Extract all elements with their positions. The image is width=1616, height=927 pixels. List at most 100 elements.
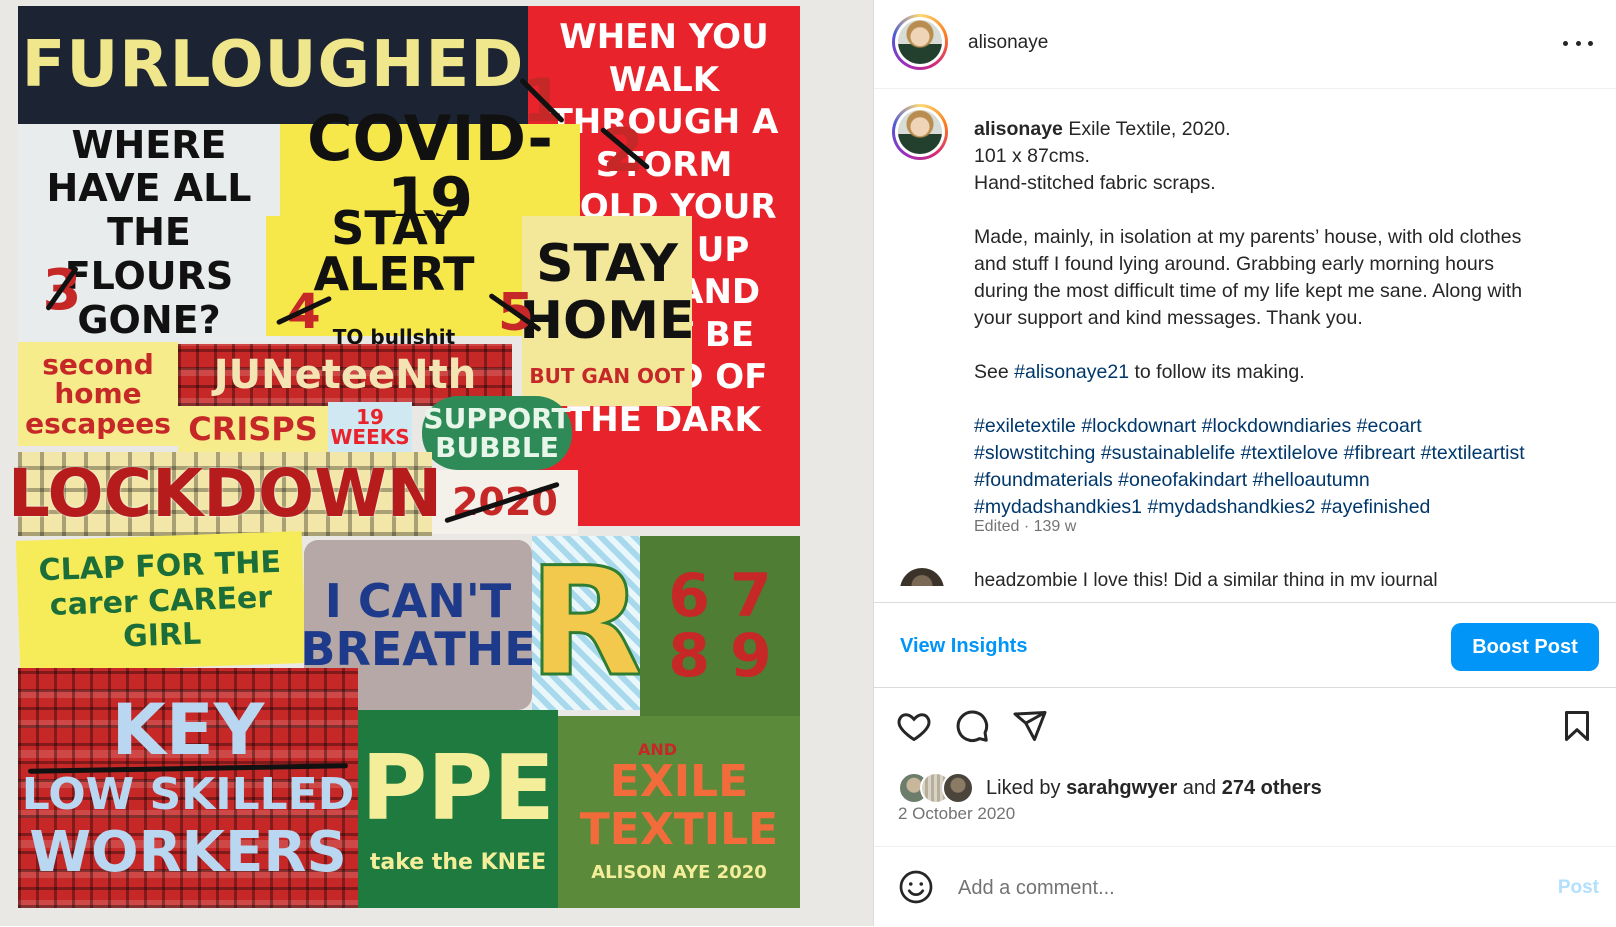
hashtag-link[interactable]: #ayefinished (1321, 496, 1431, 518)
hashtag-link[interactable]: #alisonaye21 (1014, 361, 1129, 383)
signature-text: ALISON AYE 2020 (591, 862, 767, 884)
juneteenth-text: JUNeteeNth (213, 352, 477, 398)
hashtag-link[interactable]: #lockdowndiaries (1202, 415, 1352, 437)
hashtag-link[interactable]: #exiletextile (974, 415, 1076, 437)
comment-bar: Post (874, 846, 1616, 927)
patch-support-bubble: SUPPORT BUBBLE (422, 396, 572, 470)
liked-by-count[interactable]: 274 others (1222, 777, 1322, 800)
take-knee-text: take the KNEE (369, 850, 547, 875)
patch-second-home: second home escapees (18, 342, 178, 446)
caption-line-3: Hand-stitched fabric scraps. (974, 172, 1216, 194)
patch-key-workers: KEY LOW SKILLED WORKERS (18, 668, 358, 908)
patch-crisps: CRISPS (178, 406, 328, 452)
num-9: 9 (730, 621, 772, 691)
hashtag-link[interactable]: #mydadshandkies2 (1147, 496, 1315, 518)
view-insights-link[interactable]: View Insights (900, 635, 1027, 658)
patch-stay-home: STAY HOME BUT GAN OOT (519, 216, 695, 406)
comment-input[interactable] (956, 865, 1520, 911)
num-2-patch: 2 (598, 116, 648, 186)
patch-ppe: PPE take the KNEE (358, 710, 558, 908)
action-bar (874, 686, 1616, 766)
crisps-text: CRISPS (188, 410, 318, 448)
hashtag-link[interactable]: #ecoart (1357, 415, 1422, 437)
caption-line-1: Exile Textile, 2020. (1068, 118, 1231, 140)
bookmark-icon[interactable] (1559, 708, 1595, 744)
patch-clap: CLAP FOR THE carer CAREer GIRL (15, 531, 307, 673)
post-comment-button[interactable]: Post (1558, 877, 1599, 899)
liked-by-pre: Liked by (986, 776, 1061, 799)
author-avatar[interactable] (892, 14, 948, 70)
clap-text: CLAP FOR THE carer CAREer GIRL (38, 545, 282, 655)
avatar-photo (898, 110, 942, 154)
emoji-icon[interactable] (898, 869, 934, 905)
boost-post-button[interactable]: Boost Post (1451, 623, 1599, 671)
ppe-text: PPE (361, 736, 555, 841)
caption-see-line: See #alisonaye21 to follow its making. (974, 359, 1594, 386)
liker-avatar[interactable] (942, 772, 974, 804)
caption-para-line-1: Made, mainly, in isolation at my parents… (974, 226, 1522, 248)
dot-icon (1563, 40, 1568, 46)
caption-avatar[interactable] (892, 104, 948, 160)
liked-by-row: Liked by sarahgwyer and 274 others (898, 770, 1322, 806)
insights-bar: View Insights Boost Post (874, 602, 1616, 688)
hashtag-link[interactable]: #textileartist (1421, 442, 1525, 464)
patch-numbers-green: 6 7 8 9 (640, 536, 800, 716)
hashtag-link[interactable]: #foundmaterials (974, 469, 1113, 491)
caption-username[interactable]: alisonaye (974, 118, 1063, 140)
hashtag-link[interactable]: #textilelove (1241, 442, 1339, 464)
post-image[interactable]: FURLOUGHED WHEN YOU WALK THROUGH A STORM… (0, 0, 873, 926)
caption-para-line-3: during the most difficult time of my lif… (974, 280, 1523, 302)
second-home-text: second home escapees (25, 347, 171, 440)
textile-artwork: FURLOUGHED WHEN YOU WALK THROUGH A STORM… (8, 6, 800, 908)
more-options-icon[interactable] (1563, 30, 1593, 56)
r-text: R (527, 536, 646, 710)
comment-icon[interactable] (954, 708, 990, 744)
num-8: 8 (668, 621, 710, 691)
stay-home-text: STAY HOME (519, 233, 695, 351)
furloughed-text: FURLOUGHED (21, 28, 525, 102)
cant-breathe-text: I CAN'T BREATHE (300, 573, 536, 676)
exile-text: EXILE TEXTILE (579, 755, 779, 855)
heart-icon[interactable] (896, 708, 932, 744)
hashtag-link[interactable]: #sustainablelife (1101, 442, 1235, 464)
share-icon[interactable] (1012, 708, 1048, 744)
comment-preview: headzombie I love this! Did a similar th… (974, 570, 1438, 586)
author-username[interactable]: alisonaye (968, 32, 1048, 54)
key-text: KEY (111, 689, 265, 771)
caption-area: alisonaye Exile Textile, 2020. 101 x 87c… (874, 88, 1616, 586)
hashtag-link[interactable]: #lockdownart (1081, 415, 1196, 437)
post-panel: alisonaye alisonaye Exile Textile, 2020.… (873, 0, 1616, 926)
caption-line-2: 101 x 87cms. (974, 145, 1090, 167)
liked-by-user[interactable]: sarahgwyer (1066, 777, 1177, 800)
hashtag-line: #foundmaterials #oneofakindart #helloaut… (974, 467, 1594, 494)
gan-oot-text: BUT GAN OOT (529, 364, 685, 389)
post-date[interactable]: 2 October 2020 (898, 804, 1015, 824)
dot-icon (1588, 40, 1593, 46)
hashtag-link[interactable]: #slowstitching (974, 442, 1095, 464)
support-bubble-text: SUPPORT BUBBLE (423, 401, 571, 464)
caption-first-line: alisonaye Exile Textile, 2020. (974, 116, 1594, 143)
hashtag-line: #mydadshandkies1 #mydadshandkies2 #ayefi… (974, 494, 1594, 521)
num-7: 7 (730, 561, 772, 631)
hashtag-link[interactable]: #mydadshandkies1 (974, 496, 1142, 518)
hashtag-link[interactable]: #fibreart (1344, 442, 1416, 464)
dot-icon (1575, 40, 1581, 46)
see-post: to follow its making. (1134, 361, 1305, 383)
avatar-inner (895, 107, 945, 157)
patch-r: R (527, 536, 645, 710)
hashtag-line: #slowstitching #sustainablelife #textile… (974, 440, 1594, 467)
commenter-avatar[interactable] (900, 568, 944, 586)
post-header: alisonaye (874, 0, 1616, 89)
patch-lockdown: LOCKDOWN (8, 452, 442, 536)
avatar-inner (895, 17, 945, 67)
hashtag-link[interactable]: #oneofakindart (1118, 469, 1247, 491)
hashtag-link[interactable]: #helloautumn (1253, 469, 1370, 491)
low-skilled-text: LOW SKILLED (21, 769, 355, 820)
instagram-post-view: FURLOUGHED WHEN YOU WALK THROUGH A STORM… (0, 0, 1616, 926)
hashtag-line: #exiletextile #lockdownart #lockdowndiar… (974, 413, 1594, 440)
num-6: 6 (668, 561, 710, 631)
num-2: 2 (602, 116, 644, 186)
